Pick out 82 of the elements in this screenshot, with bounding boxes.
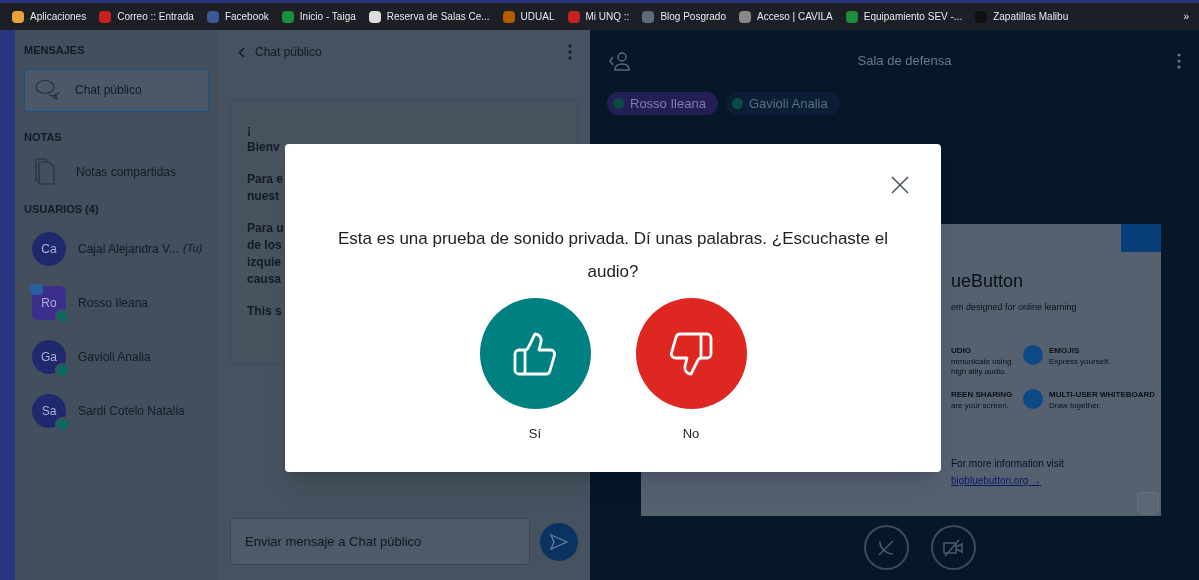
message-text: Para u [247, 220, 284, 237]
more-options-icon[interactable] [568, 44, 572, 60]
message-text: de los [247, 237, 282, 254]
hang-up-button[interactable] [863, 525, 909, 570]
feature-icon [1023, 388, 1043, 409]
message-text: Para e [247, 171, 284, 188]
feature-text: mmunicate using high ality audio. [951, 356, 1013, 377]
feature-text: Express yourself. [1049, 356, 1111, 367]
document-icon [34, 158, 56, 186]
camera-button[interactable] [930, 525, 976, 570]
bookmark-favicon-icon [99, 10, 112, 23]
send-button[interactable] [540, 522, 578, 561]
bookmarks-overflow-button[interactable]: » [1183, 9, 1189, 24]
section-title: USUARIOS (4) [24, 202, 100, 217]
feature-title: REEN SHARING [951, 388, 1013, 401]
feature-title: EMOJIS [1049, 344, 1080, 357]
message-text: nuest [247, 188, 279, 205]
user-avatar: Ca [32, 231, 66, 266]
user-name: Rosso Ileana [78, 294, 149, 312]
chat-title: Chat público [255, 44, 322, 61]
message-text: ¡ [247, 122, 251, 139]
answer-label: Sí [528, 425, 542, 443]
bookmark-link[interactable]: Facebook [224, 9, 269, 24]
feature-icon [1023, 344, 1043, 365]
bookmark-link[interactable]: Aplicaciones [30, 9, 87, 24]
send-icon [550, 533, 569, 550]
slide-heading: ueButton [951, 270, 1025, 293]
talking-indicator: Gavioli Analia [725, 92, 840, 115]
section-title: NOTAS [24, 129, 63, 145]
bookmark-favicon-icon [739, 10, 751, 23]
bookmark-favicon-icon [12, 10, 24, 23]
camera-off-icon [942, 538, 964, 557]
bookmark-favicon-icon [642, 10, 655, 23]
feature-text: Draw together. [1049, 400, 1102, 411]
phone-off-icon [876, 537, 896, 558]
bookmark-link[interactable]: Equipamiento SEV -... [863, 9, 963, 24]
bookmark-link[interactable]: Reserva de Salas Ce... [386, 9, 490, 24]
user-avatar: Ro [32, 285, 66, 320]
answer-label: No [682, 425, 700, 443]
message-text: Bienv [247, 139, 280, 156]
bookmark-favicon-icon [368, 10, 381, 23]
user-list-item[interactable]: Ga Gavioli Analia [32, 339, 209, 374]
feature-title: MULTI-USER WHITEBOARD [1049, 388, 1156, 401]
bookmark-link[interactable]: Correo :: Entrada [117, 9, 194, 24]
bookmark-link[interactable]: Mi UNQ :: [585, 9, 630, 24]
back-chevron-icon[interactable] [238, 46, 245, 58]
user-list-item[interactable]: Ro Rosso Ileana [32, 285, 209, 320]
user-name: Sardi Cotelo Natalia [78, 402, 185, 420]
close-icon [891, 176, 909, 194]
bookmark-favicon-icon [502, 10, 515, 23]
slide-footer-text: For more information visit [951, 457, 1064, 471]
message-text: causa [247, 271, 282, 288]
bookmark-link[interactable]: Inicio - Taiga [299, 9, 356, 24]
bookmark-link[interactable]: UDUAL [520, 9, 555, 24]
microphone-icon [731, 98, 743, 109]
user-avatar: Ga [32, 339, 66, 374]
message-text: This s [247, 303, 282, 320]
bookmark-link[interactable]: Blog Posgrado [660, 9, 726, 24]
slide-subtitle: em designed for online learning [951, 301, 1078, 314]
microphone-icon [613, 98, 624, 109]
user-list-item[interactable]: Sa Sardi Cotelo Natalia [32, 393, 209, 428]
bookmark-favicon-icon [281, 10, 294, 23]
message-text: izquie [247, 254, 281, 271]
close-button[interactable] [889, 174, 911, 196]
user-list-toggle-icon[interactable] [608, 51, 632, 71]
user-name: Gavioli Analia [78, 348, 151, 366]
feature-text: are your screen. [951, 400, 1009, 411]
bookmark-link[interactable]: Acceso | CAVILA [757, 9, 833, 24]
talking-indicator: Rosso Ileana [607, 92, 718, 115]
bookmark-link[interactable]: Zapatillas Malibu [993, 9, 1069, 24]
meeting-title: Sala de defensa [856, 52, 953, 71]
user-avatar: Sa [32, 393, 66, 428]
message-input[interactable]: Enviar mensaje a Chat público [230, 518, 531, 565]
bookmark-favicon-icon [206, 10, 219, 23]
bookmark-favicon-icon [567, 10, 580, 23]
you-label: (Tu) [182, 241, 203, 257]
chat-bubbles-icon [35, 79, 61, 101]
section-title: MENSAJES [24, 43, 86, 58]
dialog-message: Esta es una prueba de sonido privada. Dí unas palabras. ¿Escuchaste el audio? [337, 228, 889, 283]
bookmark-favicon-icon [845, 10, 858, 23]
more-options-icon[interactable] [1177, 53, 1181, 69]
feature-title: UDIO [951, 344, 971, 357]
